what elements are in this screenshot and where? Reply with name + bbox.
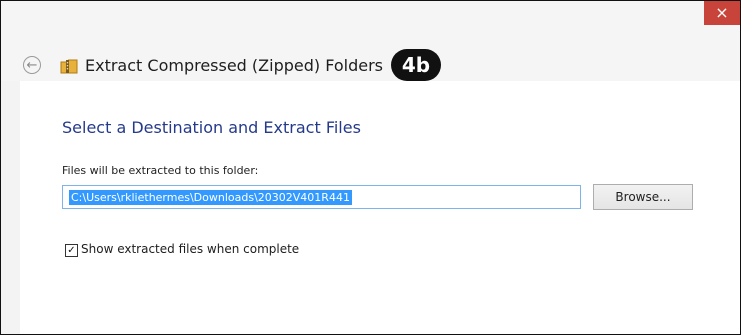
page-heading: Select a Destination and Extract Files xyxy=(62,118,361,137)
destination-path-input[interactable]: C:\Users\rkliethermes\Downloads\20302V40… xyxy=(62,185,581,209)
checkmark-icon: ✓ xyxy=(67,245,76,256)
destination-path-text: C:\Users\rkliethermes\Downloads\20302V40… xyxy=(69,190,352,205)
browse-button[interactable]: Browse... xyxy=(593,184,693,210)
close-button[interactable]: × xyxy=(704,1,740,25)
zip-folder-icon xyxy=(60,57,78,79)
title-bar: × ← Extract Compressed (Zipped) Folders … xyxy=(1,1,740,81)
back-button[interactable]: ← xyxy=(23,56,41,74)
window-title: Extract Compressed (Zipped) Folders xyxy=(85,56,383,75)
close-icon: × xyxy=(715,3,729,22)
show-files-label[interactable]: Show extracted files when complete xyxy=(81,242,299,256)
back-arrow-icon: ← xyxy=(26,58,38,73)
dialog-content: Select a Destination and Extract Files F… xyxy=(20,81,740,334)
show-files-checkbox[interactable]: ✓ xyxy=(65,244,78,257)
extract-wizard-window: × ← Extract Compressed (Zipped) Folders … xyxy=(0,0,741,335)
step-badge: 4b xyxy=(391,49,441,81)
destination-label: Files will be extracted to this folder: xyxy=(62,164,259,177)
